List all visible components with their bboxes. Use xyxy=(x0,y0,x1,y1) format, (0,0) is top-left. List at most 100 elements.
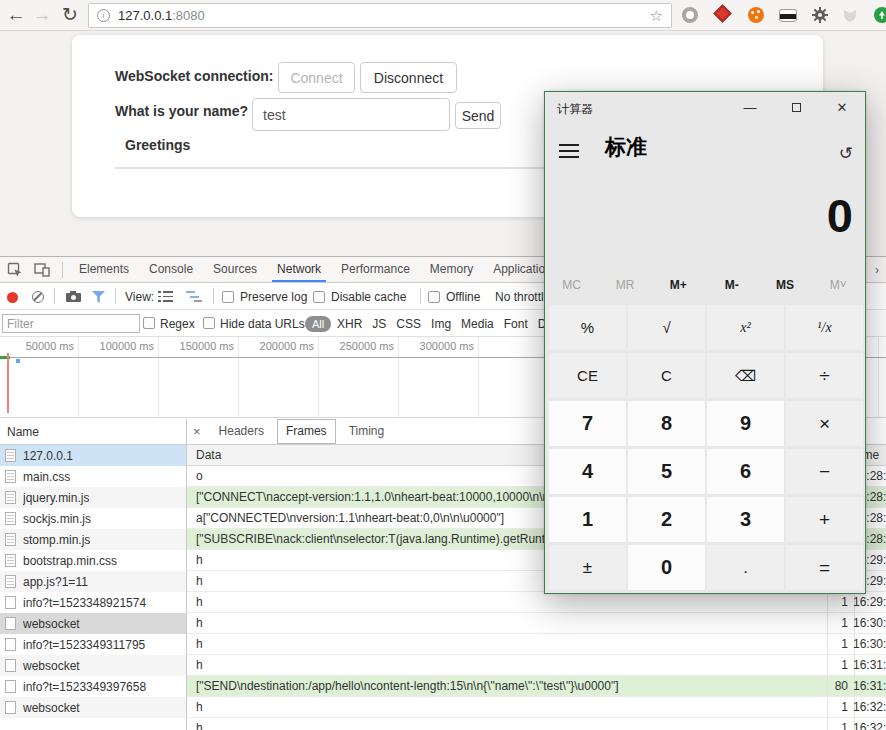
reload-icon[interactable]: ↻ xyxy=(58,0,82,29)
calculator-key[interactable]: = xyxy=(786,545,863,590)
request-row[interactable]: bootstrap.min.css xyxy=(0,550,186,571)
extension-icon-gear[interactable] xyxy=(812,7,828,23)
filter-type[interactable]: JS xyxy=(372,317,386,331)
send-button[interactable]: Send xyxy=(455,102,501,129)
calculator-key[interactable]: 8 xyxy=(628,401,705,446)
request-row[interactable]: websocket xyxy=(0,655,186,676)
disable-cache-checkbox[interactable] xyxy=(313,291,325,303)
extension-icon-diamond[interactable] xyxy=(715,6,730,21)
frame-row[interactable]: h 1 16:32: xyxy=(187,697,886,718)
clear-network-log-icon[interactable] xyxy=(32,291,44,303)
extension-icon-green[interactable] xyxy=(874,7,886,23)
connect-button[interactable]: Connect xyxy=(278,62,355,93)
request-row[interactable]: app.js?1=11 xyxy=(0,571,186,592)
inspect-element-icon[interactable] xyxy=(7,262,23,278)
close-details-icon[interactable]: × xyxy=(193,424,201,439)
memory-button[interactable]: M˅ xyxy=(812,278,865,298)
capture-screenshots-icon[interactable] xyxy=(66,293,81,302)
calculator-key[interactable]: 1 xyxy=(549,497,626,542)
calculator-key[interactable]: 0 xyxy=(628,545,705,590)
request-row[interactable]: jquery.min.js xyxy=(0,487,186,508)
calculator-key[interactable]: . xyxy=(707,545,784,590)
memory-button[interactable]: M- xyxy=(705,278,758,298)
name-input[interactable] xyxy=(252,98,450,131)
maximize-button[interactable] xyxy=(773,92,819,125)
calculator-key[interactable]: √ xyxy=(628,305,705,350)
extension-icon-shield[interactable] xyxy=(843,9,857,23)
filter-type-all[interactable]: All xyxy=(305,316,331,332)
calculator-key[interactable]: 3 xyxy=(707,497,784,542)
filter-funnel-icon[interactable] xyxy=(92,291,105,303)
calculator-key[interactable]: × xyxy=(786,401,863,446)
memory-button[interactable]: MR xyxy=(598,278,651,298)
frame-row[interactable]: h 1 16:31: xyxy=(187,655,886,676)
calculator-key[interactable]: 5 xyxy=(628,449,705,494)
more-tabs-chevron-icon[interactable]: › xyxy=(875,263,886,277)
calculator-key[interactable]: + xyxy=(786,497,863,542)
info-icon[interactable]: i xyxy=(97,9,110,22)
preserve-log-checkbox[interactable] xyxy=(222,291,234,303)
minimize-button[interactable]: — xyxy=(727,92,773,125)
calculator-key[interactable]: ¹/x xyxy=(786,305,863,350)
devtools-tab[interactable]: Network xyxy=(267,257,331,282)
calculator-key[interactable]: ÷ xyxy=(786,353,863,398)
frame-row[interactable]: ["SEND\ndestination:/app/hello\ncontent-… xyxy=(187,676,886,697)
extension-icon-circle[interactable] xyxy=(682,7,698,23)
details-tab[interactable]: Frames xyxy=(277,419,336,444)
details-tab[interactable]: Headers xyxy=(210,419,273,444)
extension-icon-mask[interactable] xyxy=(779,9,797,22)
disconnect-button[interactable]: Disconnect xyxy=(360,62,457,93)
request-row[interactable]: websocket xyxy=(0,613,186,634)
extension-icon-orange[interactable] xyxy=(748,7,764,23)
history-icon[interactable]: ↺ xyxy=(839,143,853,164)
hide-data-urls-checkbox[interactable] xyxy=(203,317,215,329)
device-toolbar-icon[interactable] xyxy=(34,263,50,277)
memory-button[interactable]: MC xyxy=(545,278,598,298)
regex-checkbox[interactable] xyxy=(143,317,155,329)
filter-type[interactable]: Img xyxy=(431,317,451,331)
request-row[interactable]: stomp.min.js xyxy=(0,529,186,550)
frame-row[interactable]: h 1 16:30: xyxy=(187,613,886,634)
name-column-header[interactable]: Name xyxy=(0,419,186,445)
devtools-tab[interactable]: Performance xyxy=(331,257,420,282)
back-icon[interactable]: ← xyxy=(4,0,28,29)
calculator-titlebar[interactable]: 计算器 — ✕ xyxy=(545,92,865,125)
filter-type[interactable]: Media xyxy=(461,317,494,331)
request-row[interactable]: websocket xyxy=(0,697,186,718)
close-button[interactable]: ✕ xyxy=(819,92,865,125)
calculator-key[interactable]: ⌫ xyxy=(707,353,784,398)
calculator-key[interactable]: x² xyxy=(707,305,784,350)
devtools-tab[interactable]: Elements xyxy=(69,257,139,282)
calculator-key[interactable]: % xyxy=(549,305,626,350)
details-tab[interactable]: Timing xyxy=(340,419,394,444)
request-row[interactable]: info?t=1523349311795 xyxy=(0,634,186,655)
calculator-key[interactable]: C xyxy=(628,353,705,398)
calculator-key[interactable]: 4 xyxy=(549,449,626,494)
calculator-key[interactable]: CE xyxy=(549,353,626,398)
filter-type[interactable]: Font xyxy=(504,317,528,331)
filter-type[interactable]: XHR xyxy=(337,317,362,331)
memory-button[interactable]: M+ xyxy=(652,278,705,298)
frame-row[interactable]: h 1 16:29: xyxy=(187,592,886,613)
request-row[interactable]: info?t=1523348921574 xyxy=(0,592,186,613)
calculator-key[interactable]: 2 xyxy=(628,497,705,542)
bookmark-star-icon[interactable]: ☆ xyxy=(650,7,663,25)
request-row[interactable]: 127.0.0.1 xyxy=(0,445,186,466)
waterfall-view-icon[interactable] xyxy=(186,291,202,302)
calculator-key[interactable]: 7 xyxy=(549,401,626,446)
memory-button[interactable]: MS xyxy=(758,278,811,298)
calculator-key[interactable]: ± xyxy=(549,545,626,590)
url-bar[interactable]: i 127.0.0.1 :8080 ☆ xyxy=(88,3,672,28)
calculator-key[interactable]: 9 xyxy=(707,401,784,446)
devtools-tab[interactable]: Console xyxy=(139,257,203,282)
forward-icon[interactable]: → xyxy=(30,0,54,29)
offline-checkbox[interactable] xyxy=(428,291,440,303)
calculator-key[interactable]: − xyxy=(786,449,863,494)
devtools-tab[interactable]: Memory xyxy=(420,257,483,282)
record-network-log-icon[interactable] xyxy=(7,292,18,303)
filter-type[interactable]: CSS xyxy=(396,317,421,331)
calculator-key[interactable]: 6 xyxy=(707,449,784,494)
list-view-icon[interactable] xyxy=(158,291,173,302)
menu-hamburger-icon[interactable] xyxy=(559,144,579,158)
filter-input[interactable] xyxy=(2,314,140,333)
